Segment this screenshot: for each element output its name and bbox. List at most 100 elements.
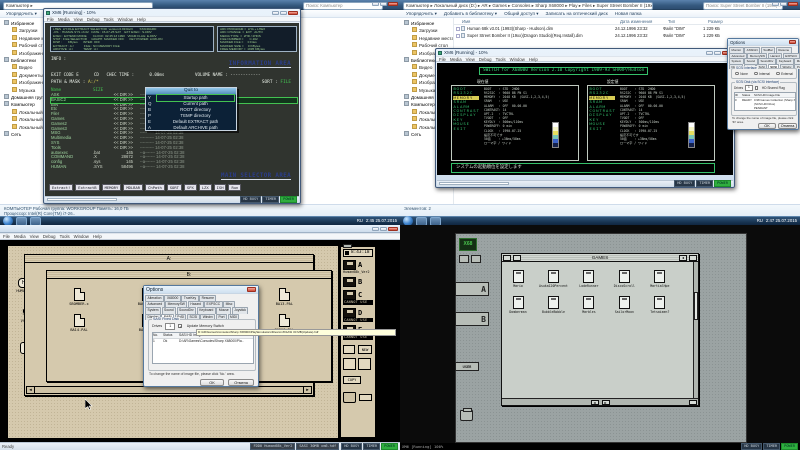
menu-item[interactable]: Debug xyxy=(87,17,100,22)
xm6-titlebar[interactable]: XM6 [Running] - 10% xyxy=(44,9,300,16)
game-icon[interactable]: DiscoScroll xyxy=(609,270,639,288)
taskbar-icon-explorer[interactable] xyxy=(416,217,427,226)
search-input[interactable]: Поиск: Super Street Bomber II (19xx)… xyxy=(703,2,783,10)
menu-box[interactable] xyxy=(513,255,521,261)
dialog-close[interactable] xyxy=(789,40,796,44)
game-icon[interactable]: Marbles xyxy=(574,296,604,314)
scroll-left-arrow[interactable]: ◄ xyxy=(591,400,599,405)
tray-icon-left[interactable] xyxy=(343,358,356,370)
ok-button[interactable]: OK xyxy=(758,123,776,129)
options-tab[interactable]: Joystick xyxy=(232,307,249,313)
menu-item[interactable]: Window xyxy=(118,17,133,22)
menu-item[interactable]: File xyxy=(3,234,10,239)
game-icon[interactable]: Domberman xyxy=(503,296,533,314)
maximize-button[interactable] xyxy=(380,2,387,6)
start-orb[interactable] xyxy=(3,216,13,225)
menu-item[interactable]: Window xyxy=(74,234,89,239)
sx-file-icon[interactable]: SBOMBER.x xyxy=(47,288,111,306)
resize-grip[interactable] xyxy=(689,400,697,405)
sx-file-icon[interactable]: BA13.PAL xyxy=(252,288,316,306)
lhes-button[interactable]: ChPath xyxy=(145,184,165,191)
toolbar-button[interactable]: Упорядочить ▾ xyxy=(6,11,37,17)
maximize-button[interactable] xyxy=(780,2,787,6)
menu-item[interactable]: Help xyxy=(93,234,102,239)
nav-item[interactable]: Избранное xyxy=(403,20,453,27)
column-header[interactable]: Дата изменения xyxy=(620,19,668,24)
xm6-minimize[interactable] xyxy=(706,51,713,55)
dialog-close[interactable] xyxy=(247,287,256,292)
sx-file-icon[interactable]: BA14.PAL xyxy=(47,314,111,332)
options-tab[interactable]: Mouse xyxy=(216,307,231,313)
game-icon[interactable]: SailorMoon xyxy=(609,296,639,314)
sx-drive[interactable]: D CANNOT USE xyxy=(343,308,373,322)
toolbar-button[interactable]: Добавить в библиотеку ▾ xyxy=(444,11,497,17)
menu-item[interactable]: View xyxy=(30,234,39,239)
tray-language[interactable]: RU xyxy=(757,219,763,224)
cancel-button[interactable]: Отмена xyxy=(228,379,254,386)
user-bar[interactable]: USER xyxy=(455,362,479,371)
options-tab[interactable]: Keyboard xyxy=(197,307,216,313)
games-titlebar[interactable]: GAMES ◄ xyxy=(502,254,698,262)
column-header[interactable]: Тип xyxy=(668,19,708,24)
options-tab[interactable]: System xyxy=(145,307,161,313)
nav-item[interactable]: Недавние места xyxy=(403,35,453,42)
close-button[interactable] xyxy=(788,2,798,6)
file-row[interactable]: Human 68k v3.01 (1993)(Sharp - Hudson).d… xyxy=(454,25,800,32)
quit-menu-item[interactable]: A Default ARCHIVE path xyxy=(146,125,236,131)
ok-button[interactable]: OK xyxy=(200,379,224,386)
options-tab[interactable]: Keyboard xyxy=(776,58,793,64)
lhes-button[interactable]: SORT xyxy=(167,184,182,191)
list-row[interactable]: PENDANT xyxy=(735,106,795,110)
horizontal-scrollbar[interactable]: ◄ ► xyxy=(502,398,698,405)
menu-item[interactable]: Tools xyxy=(60,234,70,239)
checkbox-icon[interactable]: ✓ xyxy=(178,324,182,328)
game-icon[interactable]: Mario xyxy=(503,270,533,288)
lhes-button[interactable]: Extract! xyxy=(49,184,73,191)
back-arrow-box[interactable]: ◄ xyxy=(679,255,687,261)
menu-item[interactable]: Help xyxy=(137,17,146,22)
options-tab[interactable]: SoundDrv xyxy=(177,307,197,313)
nav-item[interactable]: Загрузки xyxy=(403,27,453,34)
list-row[interactable]: 1 Ok D:\AR\Games\Consoles\Sharp X68000\P… xyxy=(153,339,253,344)
options-tab[interactable]: Resume xyxy=(776,47,792,53)
start-orb[interactable] xyxy=(403,216,413,225)
sx-drive[interactable]: C CANNOT USE xyxy=(343,290,373,304)
scroll-right-arrow[interactable]: ► xyxy=(303,387,311,393)
lhes-button[interactable]: ISH xyxy=(214,184,227,191)
close-box[interactable] xyxy=(503,255,511,261)
column-header[interactable]: Имя xyxy=(462,19,620,24)
game-icon[interactable]: Asuka120Percent xyxy=(538,270,568,288)
menu-item[interactable]: View xyxy=(466,57,475,62)
trash-icon[interactable] xyxy=(343,392,356,403)
switch-category[interactable]: ＥＸＩＴ xyxy=(589,127,615,131)
menu-item[interactable]: Tools xyxy=(104,17,114,22)
scroll-right-arrow[interactable]: ► xyxy=(602,400,610,405)
xm6-close[interactable] xyxy=(388,227,398,231)
window-a-titlebar[interactable]: A: xyxy=(25,255,313,263)
cancel-button[interactable]: Отмена xyxy=(778,123,797,129)
lhes-button[interactable]: MEMORY xyxy=(102,184,122,191)
tray-icon-right[interactable] xyxy=(358,358,371,370)
new-stamp-icon[interactable] xyxy=(471,255,481,263)
new-stamp-icon[interactable]: NEW xyxy=(358,345,372,354)
lhes-file-row[interactable]: HUMAN .SYS 58496 --a------- 14-07-25 02:… xyxy=(51,165,297,170)
drive-bar-a[interactable]: A xyxy=(455,282,489,296)
xm6-maximize[interactable] xyxy=(280,11,287,15)
scroll-left-arrow[interactable]: ◄ xyxy=(27,387,35,393)
options-tab[interactable]: Mouse xyxy=(794,58,800,64)
menu-item[interactable]: Window xyxy=(510,57,525,62)
options-tab[interactable]: Sound xyxy=(162,307,177,313)
menu-item[interactable]: Media xyxy=(58,17,70,22)
drive-slot-icon[interactable] xyxy=(359,394,372,401)
dialog-titlebar[interactable]: Options xyxy=(144,286,258,294)
vertical-scrollbar[interactable] xyxy=(693,262,698,398)
taskbar-icon-explorer[interactable] xyxy=(16,217,27,226)
menu-item[interactable]: Debug xyxy=(43,234,56,239)
options-tab[interactable]: System xyxy=(729,58,744,64)
game-icon[interactable]: LodeRunner xyxy=(574,270,604,288)
tray-clock[interactable]: 2:45 25.07.2015 xyxy=(366,219,397,224)
trash-icon[interactable] xyxy=(460,410,473,421)
options-tab[interactable]: Monitor xyxy=(729,47,744,53)
lhes-button[interactable]: ExtractB xyxy=(75,184,99,191)
toolbar-button[interactable]: Упорядочить ▾ xyxy=(406,11,437,17)
